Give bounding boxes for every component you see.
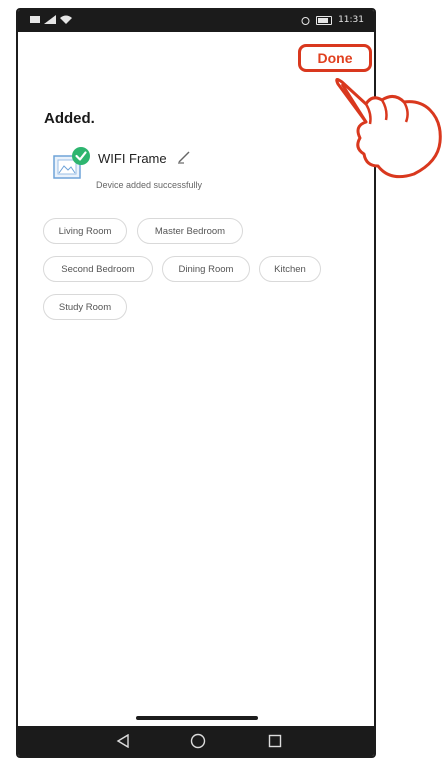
pointing-hand-icon [335, 77, 442, 179]
status-time: 11:31 [338, 15, 364, 25]
notification-icon [30, 16, 40, 23]
recent-apps-icon[interactable] [268, 734, 282, 748]
device-name: WIFI Frame [98, 151, 167, 166]
wifi-icon [60, 15, 72, 24]
device-status: Device added successfully [96, 180, 203, 190]
home-indicator[interactable] [136, 716, 258, 720]
room-chip-second-bedroom[interactable]: Second Bedroom [43, 256, 153, 282]
room-chip-living-room[interactable]: Living Room [43, 218, 127, 244]
room-chip-dining-room[interactable]: Dining Room [162, 256, 250, 282]
home-icon[interactable] [190, 733, 206, 749]
done-button[interactable]: Done [298, 44, 372, 72]
status-right: 11:31 [301, 15, 364, 25]
back-icon[interactable] [116, 734, 130, 748]
navigation-bar [18, 726, 374, 756]
signal-icon [44, 15, 56, 24]
battery-icon [316, 15, 333, 25]
status-left [30, 15, 72, 24]
check-icon [72, 147, 90, 165]
room-chip-master-bedroom[interactable]: Master Bedroom [137, 218, 243, 244]
page-title: Added. [44, 110, 95, 127]
room-chip-kitchen[interactable]: Kitchen [259, 256, 321, 282]
pencil-icon[interactable] [176, 149, 192, 165]
frame-icon [53, 147, 90, 179]
status-bar: 11:31 [18, 10, 374, 32]
alarm-icon [301, 16, 310, 25]
room-chip-study-room[interactable]: Study Room [43, 294, 127, 320]
